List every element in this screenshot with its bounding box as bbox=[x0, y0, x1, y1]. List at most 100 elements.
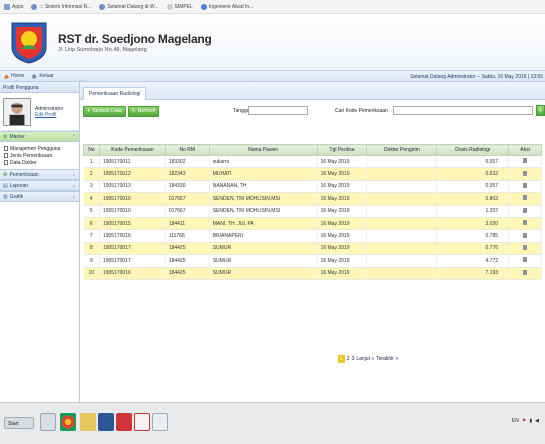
table-row[interactable]: 7 1905170016 111766 BRIANAPERI 16 May 2019 0.… bbox=[83, 229, 542, 243]
user-name: Adminstrator bbox=[35, 105, 64, 112]
toolbar: + Tambah Data ↻ Refresh Tanggal Cari Kode … bbox=[80, 100, 545, 122]
page-2[interactable]: 2 bbox=[347, 356, 350, 362]
col-no-rm[interactable]: No RM bbox=[164, 144, 210, 156]
page-3[interactable]: 3 bbox=[352, 356, 355, 362]
search-button[interactable]: ⚲ bbox=[536, 105, 545, 116]
print-icon[interactable] bbox=[523, 257, 528, 263]
refresh-button[interactable]: ↻ Refresh bbox=[127, 105, 160, 117]
bookmarks-bar: Apps ::: Sistem Informasi R... Selamat D… bbox=[0, 0, 545, 14]
document-icon bbox=[4, 146, 8, 151]
col-aksi: Aksi bbox=[508, 144, 542, 156]
welcome-message: Selamat Datang Adminstrator -- Sabtu, 16… bbox=[410, 74, 543, 80]
bookmark-ingenierie[interactable]: Ingenierie Abad In... bbox=[200, 3, 253, 10]
table-row[interactable]: 5 1905170010 017667 SENDEN, TRI MOHLISIN,MS… bbox=[83, 205, 542, 218]
logout-icon bbox=[32, 74, 37, 78]
table-row[interactable]: 3 1905170013 184330 NANANAN, TH 16 May 2019 0… bbox=[83, 180, 542, 194]
col-dosis-radiologi[interactable]: Dosis Radiologi bbox=[436, 144, 510, 156]
globe-icon bbox=[166, 3, 173, 10]
page-1[interactable]: 1 bbox=[338, 355, 345, 363]
bookmark-selamat-datang[interactable]: Selamat Datang di W... bbox=[99, 3, 159, 10]
sidebar-panel-grafik[interactable]: ▥ Grafik ⌄ bbox=[0, 191, 79, 202]
search-label: Cari Kode Pemeriksaan bbox=[335, 108, 388, 114]
google-icon bbox=[200, 3, 207, 10]
master-menu: Manajemen Pengguna Jenis Pemeriksaan Dat… bbox=[0, 142, 79, 169]
page-title: RST dr. Soedjono Magelang bbox=[58, 31, 212, 46]
pdf-icon[interactable] bbox=[116, 413, 132, 431]
print-icon[interactable] bbox=[523, 158, 528, 164]
sidebar-panel-laporan[interactable]: ▤ Laporan ⌄ bbox=[0, 180, 79, 191]
folder-icon[interactable] bbox=[80, 413, 96, 431]
chart-icon: ▥ bbox=[3, 193, 8, 200]
document-icon bbox=[4, 153, 8, 158]
chevron-up-icon: ⌃ bbox=[71, 133, 76, 140]
table-row[interactable]: 1 1905170011 183302 sukarni 16 May 2019 0.057 bbox=[83, 155, 542, 169]
sidebar-panel-master[interactable]: ⚙ Master ⌃ bbox=[0, 131, 79, 142]
hospital-logo bbox=[6, 19, 52, 65]
gear-icon: ⚙ bbox=[3, 171, 8, 178]
main-content: Pemeriksaan Radiologi + Tambah Data ↻ Refr… bbox=[80, 82, 545, 402]
edit-profile-link[interactable]: Edit Profil bbox=[35, 112, 63, 118]
profile-panel-header: Profil Pengguna bbox=[0, 82, 79, 93]
taskbar: Start EN ⚑ ▮ ◀ bbox=[0, 402, 545, 444]
date-input[interactable] bbox=[248, 106, 308, 115]
print-icon[interactable] bbox=[523, 244, 528, 250]
sidebar-item-manajemen-pengguna[interactable]: Manajemen Pengguna bbox=[4, 145, 75, 152]
bookmark-sistem-informasi[interactable]: ::: Sistem Informasi R... bbox=[31, 3, 91, 10]
exam-table: No Kode Pemeriksaan No RM Nama Pasien Tg… bbox=[83, 144, 542, 280]
apps-icon bbox=[4, 3, 10, 10]
print-icon[interactable] bbox=[523, 182, 528, 188]
app-header: RST dr. Soedjono Magelang Jl. Urip Sumoh… bbox=[0, 14, 545, 70]
col-tgl-periksa[interactable]: Tgl Periksa bbox=[316, 144, 368, 156]
col-nama-pasien[interactable]: Nama Pasien bbox=[208, 144, 318, 156]
word-icon[interactable] bbox=[98, 413, 114, 431]
print-icon[interactable] bbox=[523, 220, 528, 226]
sidebar-item-jenis-pemeriksaan[interactable]: Jenis Pemeriksaan bbox=[4, 152, 75, 159]
document-icon bbox=[4, 160, 8, 165]
tab-pemeriksaan-radiologi[interactable]: Pemeriksaan Radiologi bbox=[83, 87, 147, 100]
col-no[interactable]: No bbox=[83, 144, 100, 156]
print-icon[interactable] bbox=[523, 195, 528, 201]
search-input[interactable] bbox=[393, 106, 533, 115]
table-row[interactable]: 8 1905170017 184425 SUMUR 16 May 2019 0.776 bbox=[83, 242, 542, 256]
language-indicator[interactable]: EN bbox=[512, 418, 519, 424]
menu-bar: Home Keluar Selamat Datang Adminstrator … bbox=[0, 70, 545, 82]
flag-icon[interactable]: ⚑ bbox=[522, 418, 526, 424]
table-header-row: No Kode Pemeriksaan No RM Nama Pasien Tg… bbox=[83, 144, 542, 156]
print-icon[interactable] bbox=[523, 207, 528, 213]
globe-icon bbox=[31, 3, 38, 10]
home-icon bbox=[4, 74, 9, 78]
chrome-icon[interactable] bbox=[60, 413, 76, 431]
col-kode-pemeriksaan[interactable]: Kode Pemeriksaan bbox=[98, 144, 166, 156]
chevron-down-icon: ⌄ bbox=[71, 171, 76, 178]
gear-icon: ⚙ bbox=[3, 133, 8, 140]
page-subtitle: Jl. Urip Sumoharjo No.48, Magelang bbox=[58, 46, 147, 53]
table-row[interactable]: 2 1905170012 182343 MUHATI 16 May 2019 0.632 bbox=[83, 167, 542, 181]
col-dokter-pengirim[interactable]: Dokter Pengirim bbox=[366, 144, 438, 156]
print-icon[interactable] bbox=[523, 232, 528, 238]
last-page-link[interactable]: Terakhir » bbox=[376, 356, 398, 362]
globe-icon bbox=[99, 3, 106, 10]
explorer-icon[interactable] bbox=[40, 413, 56, 431]
sidebar-panel-pemeriksaan[interactable]: ⚙ Pemeriksaan ⌄ bbox=[0, 169, 79, 180]
table-row[interactable]: 10 1905170016 184425 SUMUR 16 May 2019 7.193 bbox=[83, 267, 542, 280]
network-icon[interactable]: ▮ bbox=[529, 418, 532, 424]
app-icon[interactable] bbox=[134, 413, 150, 431]
print-icon[interactable] bbox=[523, 170, 528, 176]
user-profile: Adminstrator Edit Profil bbox=[0, 93, 79, 131]
system-tray: EN ⚑ ▮ ◀ bbox=[512, 418, 539, 424]
sidebar-item-data-dokter[interactable]: Data Dokter bbox=[4, 159, 75, 166]
bookmark-simpel[interactable]: SIMPEL bbox=[166, 3, 193, 10]
add-data-button[interactable]: + Tambah Data bbox=[83, 105, 126, 117]
paint-icon[interactable] bbox=[152, 413, 168, 431]
next-page-link[interactable]: Lanjut » bbox=[356, 356, 374, 362]
table-row[interactable]: 6 1905170015 184411 MANI, TH. JUL PA 16 May … bbox=[83, 217, 542, 231]
start-button[interactable]: Start bbox=[4, 417, 34, 429]
print-icon[interactable] bbox=[523, 269, 528, 275]
home-button[interactable]: Home bbox=[4, 73, 24, 79]
table-row[interactable]: 4 1905170010 017667 SENDEN, TRI MOHLISIN,MS… bbox=[83, 192, 542, 206]
table-row[interactable]: 9 1905170017 184425 SUMUR 16 May 2019 4.772 bbox=[83, 254, 542, 268]
volume-icon[interactable]: ◀ bbox=[535, 418, 539, 424]
logout-button[interactable]: Keluar bbox=[32, 73, 54, 79]
bookmark-apps[interactable]: Apps bbox=[4, 3, 23, 10]
refresh-icon: ↻ bbox=[131, 108, 136, 114]
